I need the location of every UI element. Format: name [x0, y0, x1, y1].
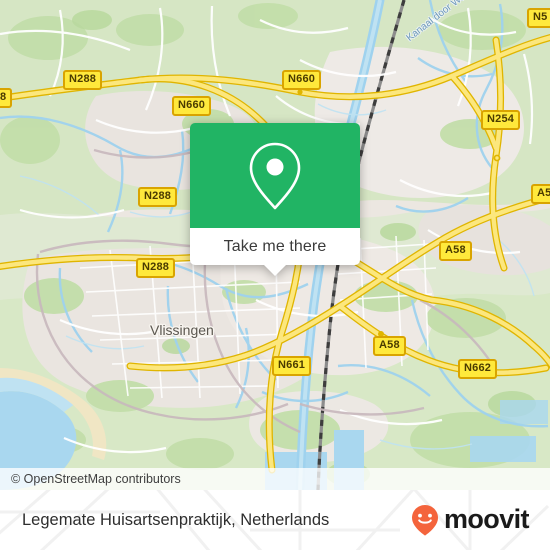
- road-shield-a58-south: A58: [373, 336, 406, 356]
- road-shield-n660-west: N660: [172, 96, 212, 116]
- moovit-smiley-pin-icon: [412, 505, 438, 536]
- popup-tail: [264, 265, 286, 276]
- moovit-wordmark: moovit: [444, 505, 530, 534]
- osm-attribution-text[interactable]: © OpenStreetMap contributors: [0, 472, 181, 486]
- road-shield-n288-mid: N288: [138, 187, 178, 207]
- location-pin-icon: [249, 142, 301, 209]
- road-shield-n254: N254: [481, 110, 521, 130]
- popup-image-area: [190, 123, 360, 228]
- footer-bar: Legemate Huisartsenpraktijk, Netherlands…: [0, 490, 550, 550]
- page-title: Legemate Huisartsenpraktijk, Netherlands: [22, 510, 330, 529]
- road-shield-a58-east: A58: [439, 241, 472, 261]
- svg-text:moovit: moovit: [444, 505, 530, 534]
- map-attribution-bar: © OpenStreetMap contributors: [0, 468, 550, 490]
- road-shield-n662: N662: [458, 359, 498, 379]
- road-shield-a58-cutoff: A5: [531, 184, 550, 204]
- take-me-there-label: Take me there: [223, 237, 327, 255]
- moovit-logo[interactable]: moovit: [408, 503, 536, 537]
- screenshot-root: Kanaal door Walcheren Vlissingen 8 N288 …: [0, 0, 550, 550]
- road-shield-n58-cutoff: 8: [0, 88, 13, 108]
- take-me-there-button[interactable]: Take me there: [190, 228, 360, 276]
- road-shield-n661: N661: [272, 356, 312, 376]
- map-canvas[interactable]: Kanaal door Walcheren Vlissingen 8 N288 …: [0, 0, 550, 490]
- destination-popup[interactable]: Take me there: [190, 123, 360, 276]
- road-shield-n660-east: N660: [282, 70, 322, 90]
- road-shield-n288-south: N288: [136, 258, 176, 278]
- road-shield-n288-north: N288: [63, 70, 103, 90]
- road-shield-n5-cutoff: N5: [527, 8, 550, 28]
- place-label-vlissingen: Vlissingen: [150, 322, 214, 338]
